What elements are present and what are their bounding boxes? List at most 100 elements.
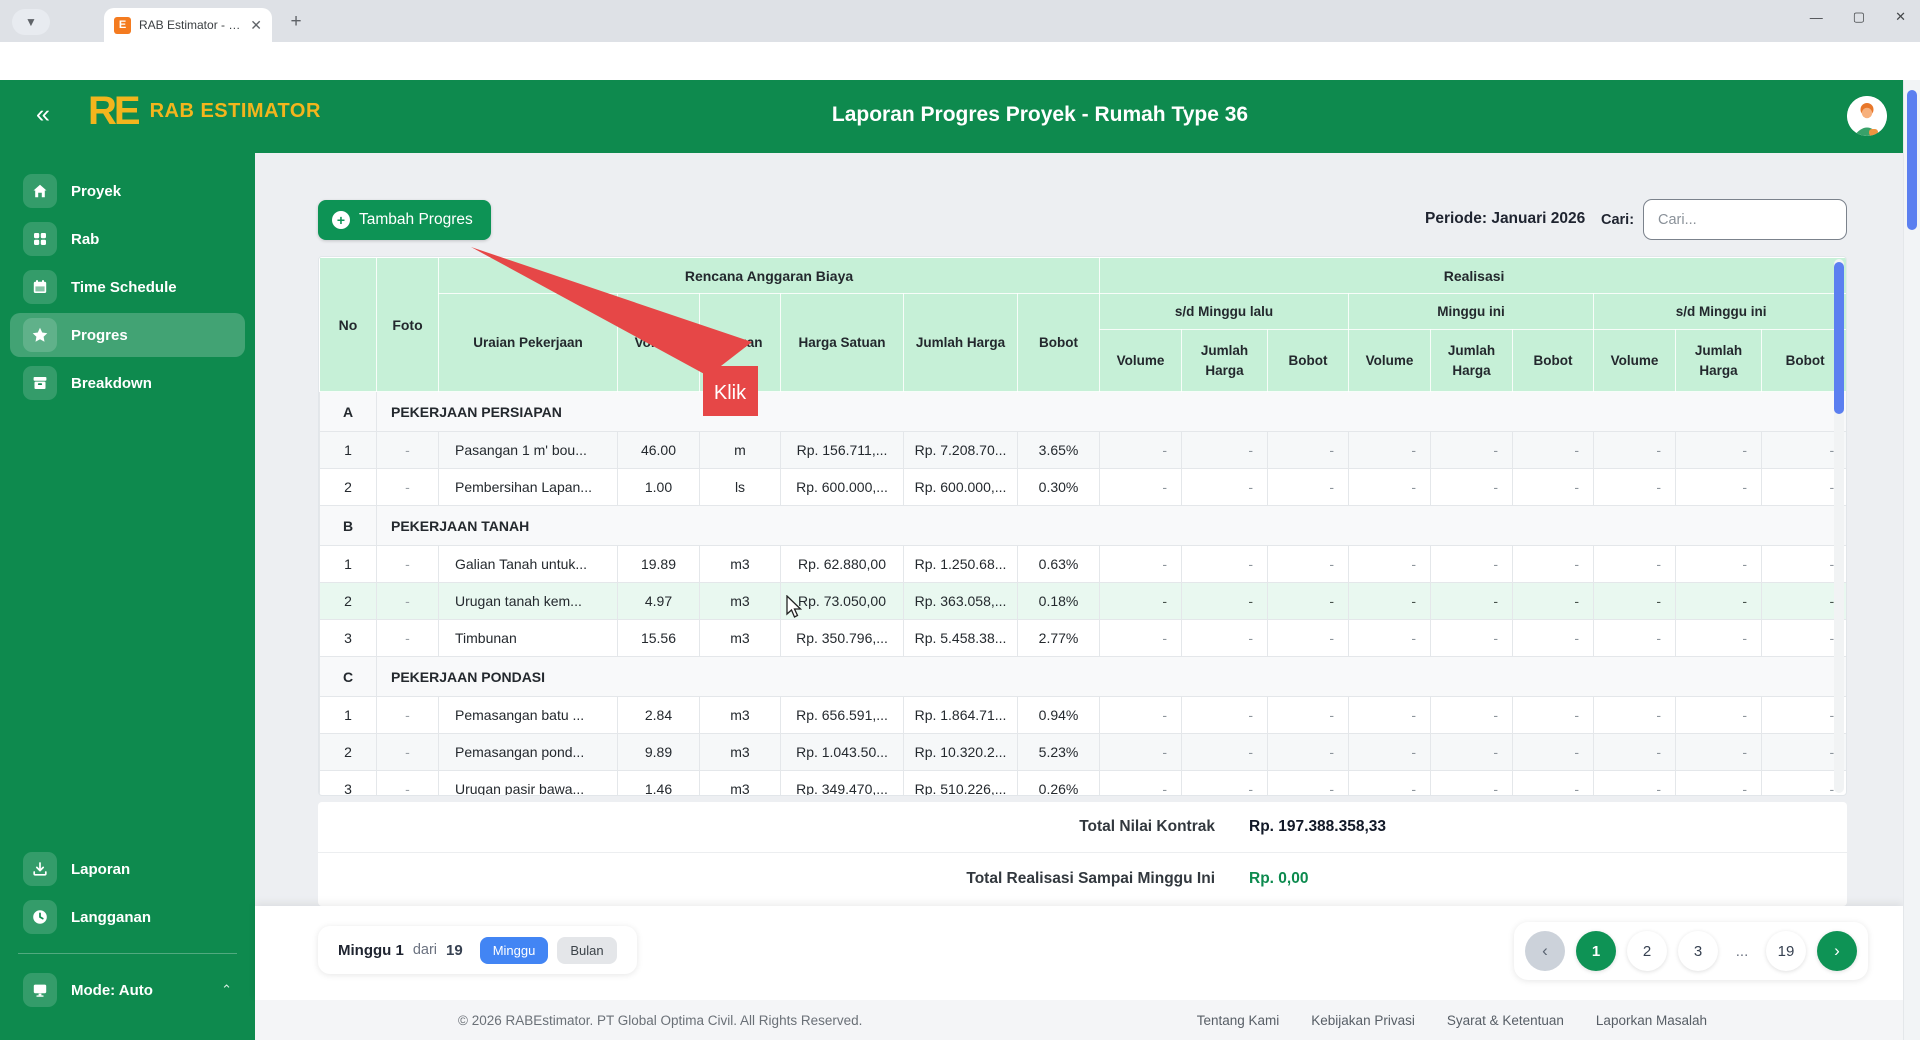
cell-realisasi: - [1348,696,1432,734]
cell-uraian: Pemasangan pond... [438,733,618,771]
cell-realisasi: - [1099,468,1183,506]
table-row[interactable]: 3- Timbunan 15.56 m3 Rp. 350.796,... Rp. 5.45… [319,619,1846,657]
cell-uraian: Urugan tanah kem... [438,582,618,620]
cell-no: 1 [319,545,377,583]
toggle-minggu-button[interactable]: Minggu [479,936,549,964]
page-button-19[interactable]: 19 [1766,931,1806,971]
cell-volume: 4.97 [617,582,700,620]
cell-foto: - [376,619,439,657]
cell-realisasi: - [1181,696,1269,734]
group-header-minggu-ini: Minggu ini [1348,293,1595,330]
window-close-icon[interactable]: ✕ [1895,9,1906,25]
sidebar-item-time-schedule[interactable]: Time Schedule [10,265,245,309]
sub-header-volume: Volume [1099,329,1183,392]
col-header-no: No [319,257,377,392]
cell-volume: 9.89 [617,733,700,771]
sub-header-volume: Volume [1593,329,1677,392]
browser-url-bar: ← → ⟳ rabestimator.id/progres ☆ ⋮ [0,42,1920,117]
week-selector-card: Minggu 1 dari 19 Minggu Bulan [318,926,637,974]
table-scrollbar-thumb[interactable] [1834,262,1844,414]
cell-realisasi: - [1430,696,1514,734]
tab-search-chevron-icon[interactable]: ▼ [12,9,50,35]
cell-volume: 19.89 [617,545,700,583]
brand-logo[interactable]: RE RAB ESTIMATOR [88,91,321,131]
table-row[interactable]: 3- Urugan pasir bawa... 1.46 m3 Rp. 349.470,… [319,770,1846,795]
cell-jumlah-harga: Rp. 510.226,... [903,770,1018,795]
footer-links: Tentang Kami Kebijakan Privasi Syarat & Ke… [1197,1013,1707,1028]
browser-tab[interactable]: E RAB Estimator - Dashboard ✕ [104,8,272,42]
new-tab-button[interactable]: + [284,10,308,34]
cell-realisasi: - [1512,619,1595,657]
sidebar-item-mode[interactable]: Mode: Auto ⌃ [10,968,245,1012]
sidebar-collapse-icon[interactable]: « [36,102,50,127]
sidebar-item-langganan[interactable]: Langganan [10,895,245,939]
table-row[interactable]: 2- Pemasangan pond... 9.89 m3 Rp. 1.043.50..… [319,733,1846,771]
table-row[interactable]: 1- Pasangan 1 m' bou... 46.00 m Rp. 156.711,… [319,431,1846,469]
sub-header-bobot: Bobot [1267,329,1350,392]
table-row[interactable]: 1- Galian Tanah untuk... 19.89 m3 Rp. 62.880… [319,545,1846,583]
cell-realisasi: - [1675,770,1763,795]
window-minimize-icon[interactable]: — [1810,10,1823,25]
cell-harga-satuan: Rp. 656.591,... [780,696,904,734]
sub-header-volume: Volume [1348,329,1432,392]
table-row[interactable]: 2- Urugan tanah kem... 4.97 m3 Rp. 73.050,00… [319,582,1846,620]
section-row: B PEKERJAAN TANAH [319,505,1846,546]
cell-realisasi: - [1512,582,1595,620]
cell-realisasi: - [1430,468,1514,506]
footer-link-laporkan-masalah[interactable]: Laporkan Masalah [1596,1013,1707,1028]
cell-realisasi: - [1267,545,1350,583]
cell-realisasi: - [1512,545,1595,583]
cell-foto: - [376,733,439,771]
table-row[interactable]: 1- Pemasangan batu ... 2.84 m3 Rp. 656.591,.… [319,696,1846,734]
cell-realisasi: - [1593,545,1677,583]
progress-table-card: No Foto Rencana Anggaran Biaya Realisasi… [318,256,1847,796]
cell-foto: - [376,696,439,734]
cell-uraian: Pemasangan batu ... [438,696,618,734]
cell-realisasi: - [1267,582,1350,620]
page-button-1[interactable]: 1 [1576,931,1616,971]
sidebar-item-label: Proyek [71,182,122,200]
table-row[interactable]: 2- Pembersihan Lapan... 1.00 ls Rp. 600.000,… [319,468,1846,506]
sidebar-item-label: Progres [71,326,128,344]
cell-volume: 2.84 [617,696,700,734]
cell-volume: 46.00 [617,431,700,469]
next-page-button[interactable]: › [1817,931,1857,971]
tab-close-icon[interactable]: ✕ [250,18,262,32]
search-input[interactable] [1643,199,1847,240]
cell-jumlah-harga: Rp. 600.000,... [903,468,1018,506]
cell-realisasi: - [1348,545,1432,583]
brand-mark: RE [88,89,141,133]
sidebar-item-progres[interactable]: Progres [10,313,245,357]
window-maximize-icon[interactable]: ▢ [1853,9,1865,25]
sidebar-item-laporan[interactable]: Laporan [10,847,245,891]
user-avatar[interactable] [1847,96,1887,136]
footer-link-tentang-kami[interactable]: Tentang Kami [1197,1013,1280,1028]
prev-page-button[interactable]: ‹ [1525,931,1565,971]
page-scrollbar-thumb[interactable] [1907,90,1917,230]
cell-no: 1 [319,696,377,734]
toggle-bulan-button[interactable]: Bulan [557,936,617,964]
footer-link-syarat-ketentuan[interactable]: Syarat & Ketentuan [1447,1013,1564,1028]
page-title: Laporan Progres Proyek - Rumah Type 36 [831,103,1249,126]
total-contract-row: Total Nilai Kontrak Rp. 197.388.358,33 [318,802,1847,852]
page-button-2[interactable]: 2 [1627,931,1667,971]
page-scrollbar-track[interactable] [1903,80,1920,1040]
pagination: ‹ 1 2 3... 19 › [1514,922,1868,980]
footer-link-kebijakan-privasi[interactable]: Kebijakan Privasi [1311,1013,1415,1028]
cell-realisasi: - [1099,696,1183,734]
tambah-progres-button[interactable]: + Tambah Progres [318,200,491,240]
cell-realisasi: - [1099,733,1183,771]
cell-realisasi: - [1348,431,1432,469]
cell-harga-satuan: Rp. 600.000,... [780,468,904,506]
cell-realisasi: - [1512,468,1595,506]
sidebar-item-rab[interactable]: Rab [10,217,245,261]
cell-realisasi: - [1675,582,1763,620]
cell-realisasi: - [1430,770,1514,795]
cell-realisasi: - [1181,733,1269,771]
page-button-3[interactable]: 3 [1678,931,1718,971]
total-realization-row: Total Realisasi Sampai Minggu Ini Rp. 0,… [318,852,1847,905]
cell-no: 1 [319,431,377,469]
sidebar-item-proyek[interactable]: Proyek [10,169,245,213]
sidebar-item-breakdown[interactable]: Breakdown [10,361,245,405]
section-letter: B [319,505,377,546]
